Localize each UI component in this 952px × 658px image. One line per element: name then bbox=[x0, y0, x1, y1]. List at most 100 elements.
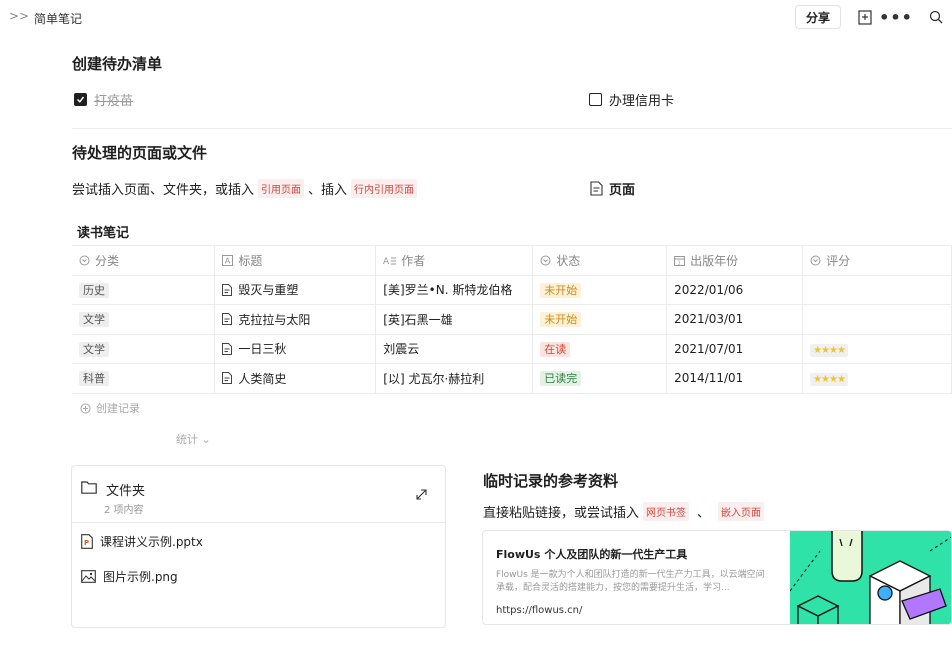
table-row[interactable]: 文学 克拉拉与太阳 [英]石黑一雄 未开始 2021/03/01 bbox=[72, 304, 952, 335]
page-icon bbox=[222, 313, 233, 326]
author-cell: [美]罗兰•N. 斯特龙伯格 bbox=[375, 275, 534, 305]
expand-icon[interactable] bbox=[415, 488, 428, 501]
inline-tag[interactable]: 引用页面 bbox=[258, 179, 305, 198]
page-icon bbox=[222, 342, 233, 355]
checkbox-unchecked[interactable] bbox=[589, 93, 602, 106]
svg-text:1: 1 bbox=[678, 260, 681, 266]
page-icon bbox=[590, 181, 603, 196]
reference-heading: 临时记录的参考资料 bbox=[483, 472, 619, 490]
column-header[interactable]: 评分 bbox=[802, 245, 952, 276]
stats-dropdown[interactable]: 统计 ⌄ bbox=[176, 431, 211, 447]
paragraph-text: 、 bbox=[697, 506, 711, 521]
title-cell[interactable]: 克拉拉与太阳 bbox=[214, 304, 377, 335]
inline-tag[interactable]: 嵌入页面 bbox=[718, 502, 765, 521]
status-cell: 已读完 bbox=[532, 363, 668, 394]
bookmark-url[interactable]: https://flowus.cn/ bbox=[496, 605, 582, 616]
folder-name: 文件夹 bbox=[106, 484, 146, 499]
author-cell: [英]石黑一雄 bbox=[375, 304, 534, 335]
column-header[interactable]: A 标题 bbox=[214, 245, 377, 276]
column-label: 标题 bbox=[238, 253, 263, 268]
table-row[interactable]: 文学 一日三秋 刘震云 在读 2021/07/01 ★★★★ bbox=[72, 334, 952, 364]
category-tag: 历史 bbox=[79, 282, 109, 298]
image-file-icon bbox=[81, 570, 96, 583]
folder-card[interactable]: 文件夹 2 项内容 P 课程讲义示例.pptx 图片示例.png bbox=[71, 465, 446, 628]
year-cell: 2021/07/01 bbox=[666, 334, 804, 364]
column-header[interactable]: 状态 bbox=[532, 245, 668, 276]
book-title: 克拉拉与太阳 bbox=[238, 312, 311, 327]
category-tag: 文学 bbox=[79, 341, 109, 357]
status-badge: 未开始 bbox=[540, 312, 582, 328]
table-header-row: 分类 A 标题 A 作者 状态 1 出版年份 评分 bbox=[72, 245, 952, 276]
flowus-illustration bbox=[790, 531, 951, 624]
search-icon[interactable] bbox=[926, 7, 946, 27]
web-bookmark-card[interactable]: FlowUs 个人及团队的新一代生产工具 FlowUs 是一款为个人和团队打造的… bbox=[482, 530, 952, 625]
more-icon[interactable]: ••• bbox=[879, 7, 912, 27]
category-tag: 科普 bbox=[79, 371, 109, 387]
status-cell: 未开始 bbox=[532, 304, 668, 335]
todo-label: 办理信用卡 bbox=[609, 94, 675, 109]
category-cell: 历史 bbox=[72, 275, 216, 305]
todo-item[interactable]: 办理信用卡 bbox=[589, 90, 674, 109]
column-label: 作者 bbox=[401, 253, 426, 268]
table-row[interactable]: 科普 人类简史 [以] 尤瓦尔·赫拉利 已读完 2014/11/01 ★★★★ bbox=[72, 363, 952, 394]
book-title: 人类简史 bbox=[238, 371, 287, 386]
status-badge: 已读完 bbox=[540, 371, 582, 387]
svg-text:P: P bbox=[84, 539, 89, 547]
year-cell: 2014/11/01 bbox=[666, 363, 804, 394]
pending-heading: 待处理的页面或文件 bbox=[72, 144, 208, 162]
author-cell: 刘震云 bbox=[375, 334, 534, 364]
divider bbox=[72, 128, 952, 129]
file-name: 图片示例.png bbox=[103, 570, 178, 584]
page-link[interactable]: 页面 bbox=[590, 179, 635, 198]
title-cell[interactable]: 一日三秋 bbox=[214, 334, 377, 364]
column-header[interactable]: 分类 bbox=[72, 245, 216, 276]
rating-cell: ★★★★ bbox=[802, 363, 952, 394]
reference-paragraph: 直接粘贴链接，或尝试插入 网页书签 、 嵌入页面 bbox=[483, 502, 768, 521]
svg-text:A: A bbox=[225, 256, 231, 265]
add-bookmark-icon[interactable] bbox=[855, 7, 875, 27]
inline-tag[interactable]: 行内引用页面 bbox=[351, 179, 418, 198]
checkbox-checked[interactable] bbox=[74, 93, 87, 106]
file-item[interactable]: 图片示例.png bbox=[81, 568, 178, 585]
todo-item[interactable]: 打疫苗 bbox=[74, 90, 133, 109]
todo-label: 打疫苗 bbox=[94, 94, 134, 109]
title-cell[interactable]: 人类简史 bbox=[214, 363, 377, 394]
paragraph-text: 尝试插入页面、文件夹，或插入 bbox=[72, 183, 255, 198]
column-label: 出版年份 bbox=[690, 253, 739, 268]
author-cell: [以] 尤瓦尔·赫拉利 bbox=[375, 363, 534, 394]
plus-circle-icon bbox=[80, 402, 91, 414]
select-icon bbox=[810, 255, 821, 266]
category-tag: 文学 bbox=[79, 312, 109, 328]
inline-tag[interactable]: 网页书签 bbox=[643, 502, 690, 521]
category-cell: 文学 bbox=[72, 304, 216, 335]
rating-cell: ★★★★ bbox=[802, 334, 952, 364]
status-cell: 未开始 bbox=[532, 275, 668, 305]
top-bar: >> 简单笔记 分享 ••• bbox=[0, 0, 952, 34]
folder-item-count: 2 项内容 bbox=[104, 505, 144, 516]
select-icon bbox=[540, 255, 551, 266]
expand-sidebar-icon[interactable]: >> bbox=[9, 9, 29, 23]
create-record-label: 创建记录 bbox=[96, 402, 140, 415]
page-icon bbox=[222, 283, 233, 296]
folder-header: 文件夹 2 项内容 bbox=[72, 466, 445, 523]
column-label: 分类 bbox=[95, 253, 120, 268]
column-label: 评分 bbox=[826, 253, 851, 268]
category-cell: 科普 bbox=[72, 363, 216, 394]
column-label: 状态 bbox=[556, 253, 581, 268]
create-record-button[interactable]: 创建记录 bbox=[80, 400, 140, 416]
text-lines-icon: A bbox=[383, 257, 397, 266]
title-cell[interactable]: 毁灭与重塑 bbox=[214, 275, 377, 305]
rating-cell bbox=[802, 304, 952, 335]
reading-notes-table: 分类 A 标题 A 作者 状态 1 出版年份 评分 历史 毁灭与重塑 [美]罗兰… bbox=[72, 245, 952, 394]
table-row[interactable]: 历史 毁灭与重塑 [美]罗兰•N. 斯特龙伯格 未开始 2022/01/06 bbox=[72, 275, 952, 305]
column-header[interactable]: 1 出版年份 bbox=[666, 245, 804, 276]
select-icon bbox=[79, 255, 90, 266]
page-title: 简单笔记 bbox=[34, 12, 83, 26]
share-button[interactable]: 分享 bbox=[795, 5, 841, 29]
text-icon: A bbox=[222, 254, 234, 266]
column-header[interactable]: A 作者 bbox=[375, 245, 534, 276]
file-item[interactable]: P 课程讲义示例.pptx bbox=[81, 533, 203, 550]
book-title: 毁灭与重塑 bbox=[238, 283, 299, 298]
status-cell: 在读 bbox=[532, 334, 668, 364]
rating-cell bbox=[802, 275, 952, 305]
